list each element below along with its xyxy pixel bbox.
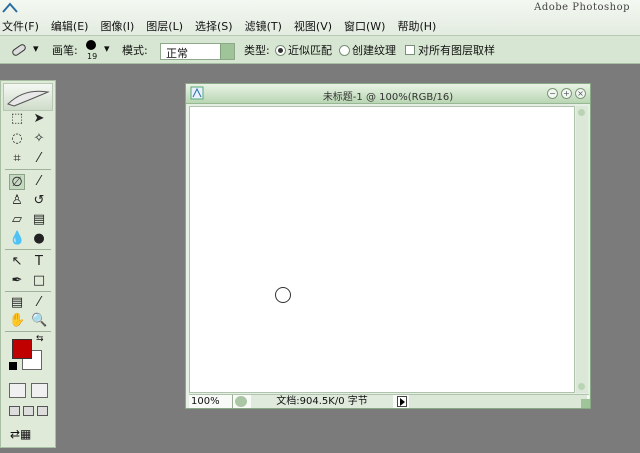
mode-label: 模式: [122, 44, 148, 57]
menu-image[interactable]: 图像(I) [100, 18, 134, 34]
toolbox-divider [5, 331, 51, 332]
scroll-up-icon[interactable] [578, 109, 585, 116]
foreground-color-swatch[interactable] [12, 339, 32, 359]
type-label: 类型: [244, 44, 270, 57]
lasso-icon[interactable]: ◌ [9, 131, 25, 147]
menu-help[interactable]: 帮助(H) [397, 18, 436, 34]
resize-handle[interactable] [581, 399, 590, 408]
notes-icon[interactable]: ▤ [9, 295, 25, 311]
full-screen-button[interactable] [37, 406, 48, 416]
quick-mask-button[interactable] [31, 383, 48, 398]
maximize-icon[interactable]: + [561, 88, 572, 99]
sample-all-layers-checkbox[interactable] [405, 45, 415, 55]
type-texture-radio[interactable] [339, 45, 350, 56]
menu-bar: Adobe Photoshop 文件(F) 编辑(E) 图像(I) 图层(L) … [0, 0, 640, 36]
healing-brush-icon[interactable] [10, 42, 28, 58]
menu-filter[interactable]: 滤镜(T) [245, 18, 282, 34]
marquee-icon[interactable]: ⬚ [9, 111, 25, 127]
crop-icon[interactable]: ⌗ [9, 151, 25, 167]
type-option-proximity-label: 近似匹配 [288, 44, 332, 57]
document-title: 未标题-1 @ 100%(RGB/16) [322, 92, 454, 103]
full-screen-menu-button[interactable] [23, 406, 34, 416]
toolbox-header[interactable] [3, 83, 53, 111]
main-menu: 文件(F) 编辑(E) 图像(I) 图层(L) 选择(S) 滤镜(T) 视图(V… [2, 18, 436, 34]
toolbox-divider [5, 169, 51, 170]
menu-window[interactable]: 窗口(W) [344, 18, 385, 34]
jump-to-imageready-icon[interactable]: ⇄▦ [10, 427, 46, 443]
toolbox: ⬚ ➤ ◌ ✧ ⌗ ⁄ ∅ ⁄ ♙ ↺ ▱ ▤ 💧 ● ↖ T ✒ □ ▤ ⁄ … [0, 80, 56, 448]
horizontal-scrollbar[interactable] [409, 395, 587, 408]
eraser-icon[interactable]: ▱ [9, 212, 25, 228]
dodge-icon[interactable]: ● [31, 231, 47, 247]
toolbox-divider [5, 291, 51, 292]
chevron-down-icon [220, 44, 234, 59]
standard-screen-button[interactable] [9, 406, 20, 416]
type-icon[interactable]: T [31, 254, 47, 270]
close-icon[interactable]: × [575, 88, 586, 99]
options-bar: ▾ 画笔: 19 ▾ 模式: 类型: 近似匹配 创建纹理 对所有图层取样 [0, 36, 640, 64]
brush-preview[interactable] [86, 40, 96, 50]
gradient-icon[interactable]: ▤ [31, 212, 47, 228]
path-selection-icon[interactable]: ↖ [9, 254, 25, 270]
toolbox-divider [5, 249, 51, 250]
hand-icon[interactable]: ✋ [9, 313, 25, 329]
type-option-texture-label: 创建纹理 [352, 44, 396, 57]
status-menu-arrow-icon[interactable] [397, 396, 407, 407]
type-proximity-radio[interactable] [275, 45, 286, 56]
history-brush-icon[interactable]: ↺ [31, 193, 47, 209]
image-canvas[interactable] [189, 106, 575, 393]
zoom-field[interactable]: 100% [189, 395, 233, 408]
magic-wand-icon[interactable]: ✧ [31, 131, 47, 147]
tool-preset-arrow-icon[interactable]: ▾ [33, 42, 39, 55]
mode-select[interactable]: 正常 [160, 43, 235, 60]
menu-view[interactable]: 视图(V) [294, 18, 332, 34]
document-window: 未标题-1 @ 100%(RGB/16) − + × 100% 文档:904.5… [185, 83, 591, 409]
clone-stamp-icon[interactable]: ♙ [9, 193, 25, 209]
app-title: Adobe Photoshop [534, 2, 630, 13]
minimize-icon[interactable]: − [547, 88, 558, 99]
sample-all-layers-label: 对所有图层取样 [418, 44, 495, 57]
swap-colors-icon[interactable]: ⇆ [36, 334, 44, 344]
vertical-scrollbar[interactable] [576, 106, 588, 393]
menu-layer[interactable]: 图层(L) [146, 18, 183, 34]
zoom-button[interactable] [235, 396, 247, 407]
menu-select[interactable]: 选择(S) [195, 18, 233, 34]
brush-label: 画笔: [52, 44, 78, 57]
eyedropper-icon[interactable]: ⁄ [31, 295, 47, 311]
brush-icon[interactable]: ⁄ [31, 174, 47, 190]
document-info: 文档:904.5K/0 字节 [251, 395, 393, 408]
scroll-down-icon[interactable] [578, 383, 585, 390]
brush-picker-arrow-icon[interactable]: ▾ [104, 42, 110, 55]
shape-icon[interactable]: □ [31, 273, 47, 289]
brush-size: 19 [87, 52, 98, 61]
feather-icon [7, 90, 50, 107]
default-colors-icon[interactable] [9, 362, 17, 370]
pen-icon[interactable]: ✒ [9, 273, 25, 289]
standard-mode-button[interactable] [9, 383, 26, 398]
menu-edit[interactable]: 编辑(E) [51, 18, 89, 34]
zoom-icon[interactable]: 🔍 [31, 313, 47, 329]
photoshop-logo-icon [2, 2, 18, 13]
blur-icon[interactable]: 💧 [9, 231, 25, 247]
brush-cursor [275, 287, 291, 303]
mode-value: 正常 [166, 47, 188, 60]
healing-brush-icon[interactable]: ∅ [9, 174, 25, 190]
document-titlebar[interactable]: 未标题-1 @ 100%(RGB/16) − + × [186, 84, 590, 104]
menu-file[interactable]: 文件(F) [2, 18, 39, 34]
status-bar: 100% 文档:904.5K/0 字节 [189, 394, 589, 408]
slice-icon[interactable]: ⁄ [31, 151, 47, 167]
move-icon[interactable]: ➤ [31, 111, 47, 127]
